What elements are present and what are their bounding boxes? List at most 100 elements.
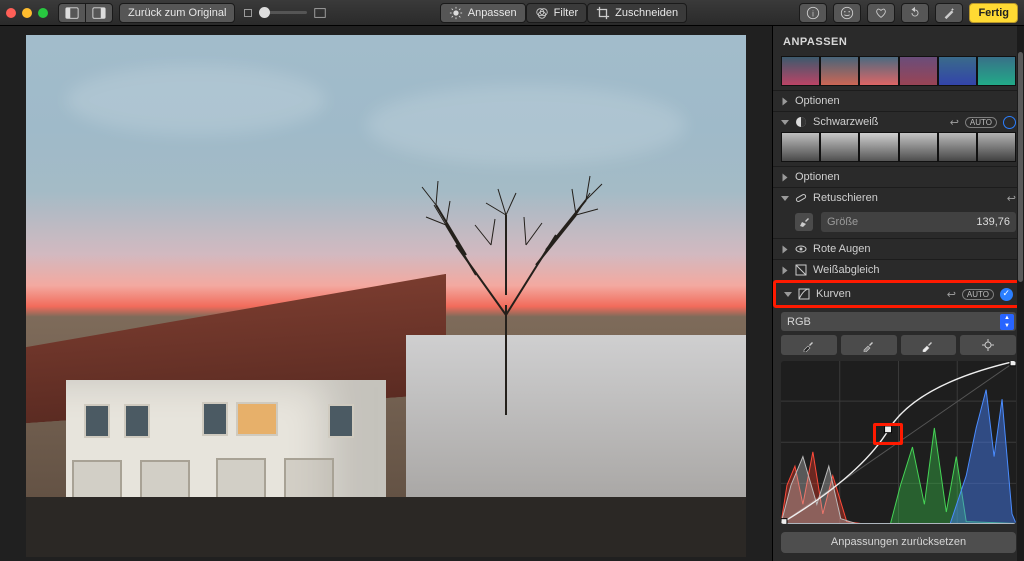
retouch-label: Retuschieren bbox=[813, 192, 1001, 204]
sidebar-right-icon bbox=[92, 6, 106, 20]
sidebar-scrollbar[interactable] bbox=[1017, 26, 1024, 561]
target-icon bbox=[981, 338, 995, 352]
revert-to-original-label: Zurück zum Original bbox=[128, 7, 226, 19]
tab-adjust-label: Anpassen bbox=[468, 7, 517, 19]
eyedropper-white-button[interactable] bbox=[901, 335, 957, 355]
rgb-label: RGB bbox=[787, 316, 811, 328]
tab-filter[interactable]: Filter bbox=[526, 3, 587, 23]
tab-crop-label: Zuschneiden bbox=[615, 7, 678, 19]
toggle-off-icon[interactable] bbox=[1003, 116, 1016, 129]
chevron-down-icon bbox=[781, 196, 789, 201]
info-button[interactable]: i bbox=[799, 3, 827, 23]
add-point-button[interactable] bbox=[960, 335, 1016, 355]
sidebar-toggle-group bbox=[58, 3, 113, 23]
chevron-right-icon bbox=[783, 266, 788, 274]
undo-icon[interactable]: ↩ bbox=[950, 116, 959, 129]
faces-button[interactable] bbox=[833, 3, 861, 23]
auto-pill[interactable]: AUTO bbox=[965, 117, 997, 128]
white-balance-row[interactable]: Weißabgleich bbox=[773, 259, 1024, 280]
heart-icon bbox=[874, 6, 888, 20]
tree-silhouette bbox=[396, 155, 616, 415]
crop-icon bbox=[596, 6, 610, 20]
fullscreen-window-icon[interactable] bbox=[38, 8, 48, 18]
color-thumbnail-strip[interactable] bbox=[773, 56, 1024, 90]
brush-button[interactable] bbox=[795, 213, 813, 231]
svg-text:i: i bbox=[813, 9, 815, 18]
zoom-slider-thumb[interactable] bbox=[259, 7, 270, 18]
minimize-window-icon[interactable] bbox=[22, 8, 32, 18]
tab-adjust[interactable]: Anpassen bbox=[440, 3, 526, 23]
photo-canvas[interactable] bbox=[0, 26, 772, 561]
options-row-2[interactable]: Optionen bbox=[773, 166, 1024, 187]
brush-icon bbox=[798, 216, 810, 228]
black-white-row[interactable]: Schwarzweiß ↩ AUTO bbox=[773, 111, 1024, 132]
eyedropper-icon bbox=[862, 338, 876, 352]
eyedropper-row bbox=[781, 335, 1016, 355]
reset-adjustments-button[interactable]: Anpassungen zurücksetzen bbox=[781, 532, 1016, 553]
size-value: 139,76 bbox=[976, 216, 1010, 228]
adjust-icon bbox=[449, 6, 463, 20]
options2-label: Optionen bbox=[795, 171, 1016, 183]
info-icon: i bbox=[806, 6, 820, 20]
undo-icon[interactable]: ↩ bbox=[947, 288, 956, 301]
zoom-slider[interactable] bbox=[261, 11, 307, 14]
rotate-button[interactable] bbox=[901, 3, 929, 23]
done-button[interactable]: Fertig bbox=[969, 3, 1018, 23]
toolbar: Zurück zum Original Anpassen Filter Zusc… bbox=[0, 0, 1024, 26]
photo-preview bbox=[26, 35, 746, 557]
reset-label: Anpassungen zurücksetzen bbox=[831, 536, 966, 548]
main-area: ANPASSEN Optionen Schwarzweiß ↩ AUTO bbox=[0, 26, 1024, 561]
options-label: Optionen bbox=[795, 95, 1016, 107]
window-controls bbox=[6, 8, 48, 18]
toggle-on-icon[interactable] bbox=[1000, 288, 1013, 301]
curves-icon bbox=[798, 288, 810, 300]
bw-thumbnail-strip[interactable] bbox=[773, 132, 1024, 166]
favorite-button[interactable] bbox=[867, 3, 895, 23]
sidebar-left-toggle[interactable] bbox=[58, 3, 85, 23]
red-eye-label: Rote Augen bbox=[813, 243, 1016, 255]
close-window-icon[interactable] bbox=[6, 8, 16, 18]
sidebar-left-icon bbox=[65, 6, 79, 20]
chevron-right-icon bbox=[783, 173, 788, 181]
curves-label: Kurven bbox=[816, 288, 941, 300]
size-field[interactable]: Größe 139,76 bbox=[821, 212, 1016, 232]
wb-icon bbox=[795, 264, 807, 276]
auto-pill[interactable]: AUTO bbox=[962, 289, 994, 300]
curves-editor[interactable] bbox=[781, 361, 1016, 523]
zoom-slider-group bbox=[241, 6, 327, 20]
chevron-right-icon bbox=[783, 245, 788, 253]
scrollbar-thumb[interactable] bbox=[1018, 52, 1023, 282]
undo-icon[interactable]: ↩ bbox=[1007, 192, 1016, 205]
chevron-down-icon: ▼ bbox=[1000, 322, 1014, 330]
tab-filter-label: Filter bbox=[554, 7, 578, 19]
retouch-size-row: Größe 139,76 bbox=[773, 208, 1024, 238]
eyedropper-gray-button[interactable] bbox=[841, 335, 897, 355]
retouch-row[interactable]: Retuschieren ↩ bbox=[773, 187, 1024, 208]
done-label: Fertig bbox=[978, 7, 1009, 19]
eyedropper-black-button[interactable] bbox=[781, 335, 837, 355]
revert-to-original-button[interactable]: Zurück zum Original bbox=[119, 3, 235, 23]
wand-icon bbox=[942, 6, 956, 20]
half-circle-icon bbox=[795, 116, 807, 128]
rgb-stepper[interactable]: ▲ ▼ bbox=[1000, 314, 1014, 330]
curves-row[interactable]: Kurven ↩ AUTO bbox=[776, 283, 1021, 305]
bandage-icon bbox=[795, 192, 807, 204]
rotate-icon bbox=[908, 6, 922, 20]
white-balance-label: Weißabgleich bbox=[813, 264, 1016, 276]
sidebar-right-toggle[interactable] bbox=[85, 3, 113, 23]
chevron-right-icon bbox=[783, 97, 788, 105]
eyedropper-icon bbox=[802, 338, 816, 352]
rgb-channel-selector[interactable]: RGB ▲ ▼ bbox=[781, 312, 1016, 331]
curve-point-highlight bbox=[873, 423, 903, 445]
magic-wand-button[interactable] bbox=[935, 3, 963, 23]
black-white-label: Schwarzweiß bbox=[813, 116, 944, 128]
zoom-out-icon bbox=[241, 6, 255, 20]
tab-crop[interactable]: Zuschneiden bbox=[587, 3, 687, 23]
red-eye-row[interactable]: Rote Augen bbox=[773, 238, 1024, 259]
eyedropper-icon bbox=[921, 338, 935, 352]
chevron-up-icon: ▲ bbox=[1000, 314, 1014, 322]
options-row-1[interactable]: Optionen bbox=[773, 90, 1024, 111]
curves-highlight: Kurven ↩ AUTO bbox=[773, 280, 1024, 308]
eye-icon bbox=[795, 243, 807, 255]
face-icon bbox=[840, 6, 854, 20]
